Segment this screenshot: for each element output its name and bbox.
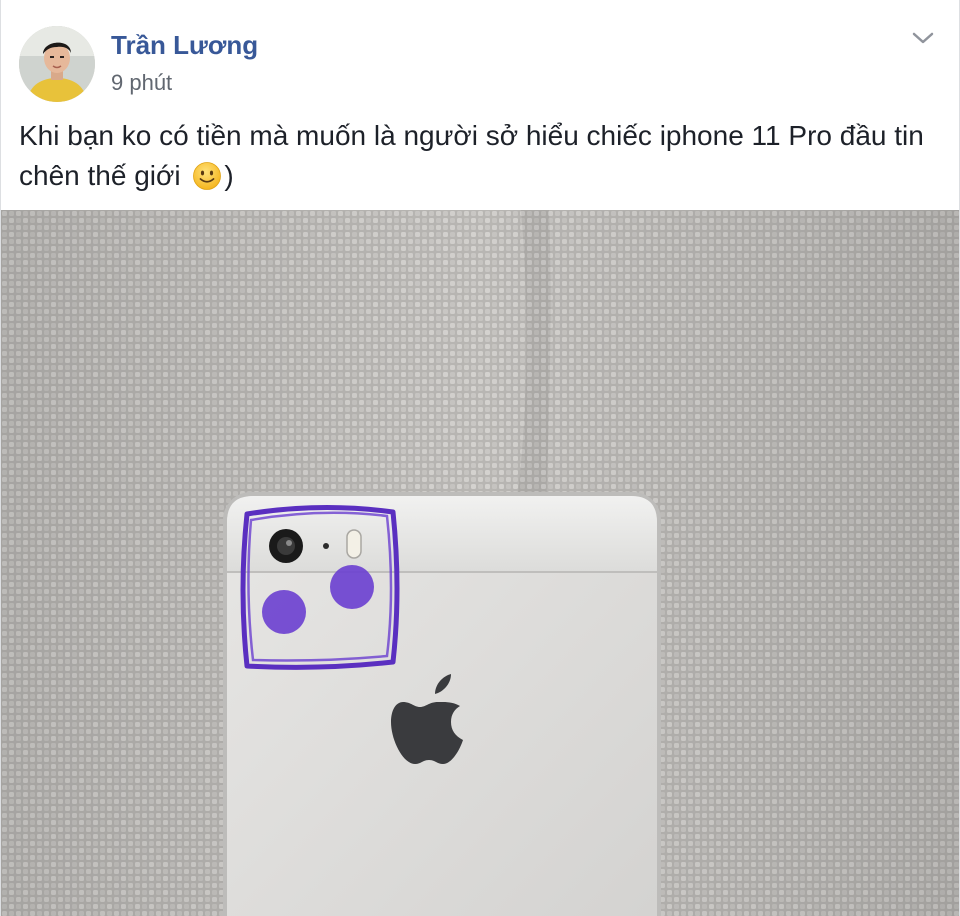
chevron-down-icon[interactable] <box>911 30 935 46</box>
user-avatar-icon <box>19 26 95 102</box>
post-timestamp[interactable]: 9 phút <box>111 70 172 96</box>
slightly-smiling-face-icon <box>192 161 222 191</box>
post-message-line-1: Khi bạn ko có tiền mà muốn là người sở h… <box>19 120 924 151</box>
author-name-link[interactable]: Trần Lương <box>111 30 258 61</box>
phone-back <box>223 492 661 916</box>
post-message: Khi bạn ko có tiền mà muốn là người sở h… <box>19 116 939 196</box>
author-avatar[interactable] <box>19 26 95 102</box>
post-message-closing-paren: ) <box>224 160 234 191</box>
facebook-post: Trần Lương 9 phút Khi bạn ko có tiền mà … <box>0 0 960 916</box>
post-header: Trần Lương 9 phút <box>1 0 959 110</box>
photo-canvas <box>1 210 959 916</box>
post-photo[interactable] <box>1 210 959 916</box>
post-message-line-2: chên thế giới <box>19 160 181 191</box>
